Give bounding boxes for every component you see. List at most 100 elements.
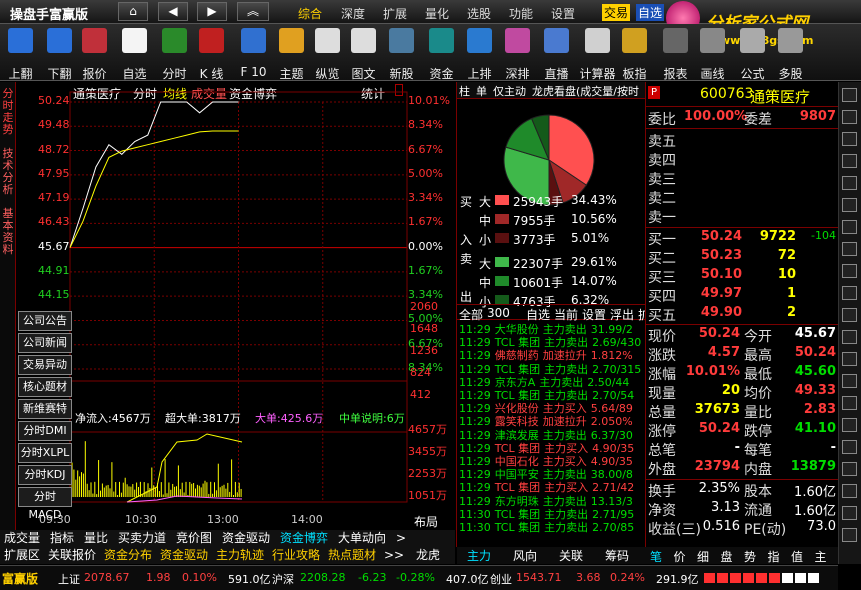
indicator-button[interactable]: 分时MACD bbox=[18, 487, 72, 521]
sidebar-tool-icon[interactable] bbox=[842, 330, 857, 344]
intraday-chart[interactable]: 通策医疗 分时 均线 成交量 资金博弈 统计 50.24 49.48 48.72 47… bbox=[17, 82, 455, 532]
tab-fenshi[interactable]: 分时走势 bbox=[0, 88, 16, 144]
tool-6[interactable]: F 10 bbox=[235, 26, 272, 80]
tab-bottom-2[interactable]: 量比 bbox=[84, 530, 108, 546]
tool-13[interactable]: 深排 bbox=[499, 26, 536, 81]
sidebar-tool-icon[interactable] bbox=[842, 220, 857, 234]
mid-bottom-tab-0[interactable]: 主力 bbox=[467, 547, 491, 564]
side-button[interactable]: 公司新闻 bbox=[18, 333, 72, 353]
tool-17[interactable]: 报表 bbox=[657, 26, 694, 81]
auto-button[interactable]: 自选 bbox=[636, 4, 665, 21]
sidebar-tool-icon[interactable] bbox=[842, 418, 857, 432]
tick-row[interactable]: 11:29 TCL 集团 主力卖出 2.69/430 bbox=[459, 336, 645, 349]
tick-row[interactable]: 11:29 中国石化 主力买入 4.90/35 bbox=[459, 455, 645, 468]
side-button[interactable]: 新维赛特 bbox=[18, 399, 72, 419]
mid-tab-3[interactable]: 龙虎看盘(成交量/按时 bbox=[532, 83, 639, 99]
filter-5[interactable]: 浮出 bbox=[610, 306, 634, 323]
mid-bottom-tab-3[interactable]: 筹码 bbox=[605, 547, 629, 564]
tool-15[interactable]: 计算器 bbox=[579, 26, 616, 81]
forward-button[interactable]: ▶ bbox=[197, 2, 227, 21]
tool-12[interactable]: 上排 bbox=[461, 26, 498, 81]
tab-ext-7[interactable]: >> bbox=[384, 547, 404, 563]
tool-2[interactable]: 报价 bbox=[76, 26, 113, 81]
tab-ext-0[interactable]: 扩展区 bbox=[4, 547, 40, 563]
tab-ext-1[interactable]: 关联报价 bbox=[48, 547, 96, 563]
tick-row[interactable]: 11:29 津滨发展 主力卖出 6.37/30 bbox=[459, 429, 645, 442]
sidebar-tool-icon[interactable] bbox=[842, 132, 857, 146]
quote-tab-0[interactable]: 笔 bbox=[650, 548, 662, 565]
menu-gongneng[interactable]: 功能 bbox=[509, 5, 533, 22]
tick-row[interactable]: 11:29 TCL 集团 主力买入 4.90/35 bbox=[459, 442, 645, 455]
tab-bottom-0[interactable]: 成交量 bbox=[4, 530, 40, 546]
tab-jishu[interactable]: 技术分析 bbox=[0, 148, 16, 204]
sidebar-tool-icon[interactable] bbox=[842, 308, 857, 322]
home-button[interactable]: ⌂ bbox=[118, 2, 148, 21]
tab-ext-3[interactable]: 资金驱动 bbox=[160, 547, 208, 563]
sidebar-tool-icon[interactable] bbox=[842, 462, 857, 476]
tick-row[interactable]: 11:29 佛慈制药 加速拉升 1.812% bbox=[459, 349, 645, 362]
tab-jiben[interactable]: 基本资料 bbox=[0, 208, 16, 264]
side-button[interactable]: 交易异动 bbox=[18, 355, 72, 375]
sell-level[interactable]: 卖三 bbox=[646, 169, 839, 188]
buy-level[interactable]: 买一 50.24 9722 -104 bbox=[646, 229, 839, 248]
quote-tab-5[interactable]: 指 bbox=[768, 548, 780, 565]
menu-shendu[interactable]: 深度 bbox=[341, 5, 365, 22]
sidebar-tool-icon[interactable] bbox=[842, 528, 857, 542]
tool-1[interactable]: 下翻 bbox=[41, 26, 78, 81]
buy-level[interactable]: 买二 50.23 72 bbox=[646, 248, 839, 267]
tool-20[interactable]: 多股 bbox=[772, 26, 809, 81]
sell-level[interactable]: 卖四 bbox=[646, 150, 839, 169]
tool-8[interactable]: 纵览 bbox=[309, 26, 346, 81]
sidebar-tool-icon[interactable] bbox=[842, 396, 857, 410]
sidebar-tool-icon[interactable] bbox=[842, 88, 857, 102]
tick-row[interactable]: 11:29 TCL 集团 主力买入 2.71/42 bbox=[459, 481, 645, 494]
mid-bottom-tab-1[interactable]: 风向 bbox=[513, 547, 537, 564]
tick-row[interactable]: 11:30 TCL 集团 主力卖出 2.70/85 bbox=[459, 521, 645, 534]
tick-row[interactable]: 11:30 TCL 集团 主力卖出 2.71/95 bbox=[459, 508, 645, 521]
tool-4[interactable]: 分时 bbox=[156, 26, 193, 81]
tab-ext-5[interactable]: 行业攻略 bbox=[272, 547, 320, 563]
sell-level[interactable]: 卖二 bbox=[646, 188, 839, 207]
sidebar-tool-icon[interactable] bbox=[842, 352, 857, 366]
tool-14[interactable]: 直播 bbox=[538, 26, 575, 81]
mid-bottom-tab-2[interactable]: 关联 bbox=[559, 547, 583, 564]
tool-19[interactable]: 公式 bbox=[734, 26, 771, 81]
sidebar-tool-icon[interactable] bbox=[842, 286, 857, 300]
collapse-button[interactable]: ︽ bbox=[237, 2, 269, 21]
buy-level[interactable]: 买五 49.90 2 bbox=[646, 305, 839, 324]
side-button[interactable]: 核心题材 bbox=[18, 377, 72, 397]
mid-tab-0[interactable]: 柱 bbox=[459, 83, 470, 99]
tick-row[interactable]: 11:29 TCL 集团 主力卖出 2.70/315 bbox=[459, 363, 645, 376]
tab-bottom-5[interactable]: 资金驱动 bbox=[222, 530, 270, 546]
sidebar-tool-icon[interactable] bbox=[842, 484, 857, 498]
tick-row[interactable]: 11:29 兴化股份 主力买入 5.64/89 bbox=[459, 402, 645, 415]
filter-1[interactable]: 300 bbox=[487, 306, 510, 320]
mid-tab-2[interactable]: 仅主动 bbox=[493, 83, 526, 99]
tab-ext-2[interactable]: 资金分布 bbox=[104, 547, 152, 563]
sidebar-tool-icon[interactable] bbox=[842, 154, 857, 168]
quote-tab-6[interactable]: 值 bbox=[791, 548, 803, 565]
mid-tab-1[interactable]: 单 bbox=[476, 83, 487, 99]
tab-ext-4[interactable]: 主力轨迹 bbox=[216, 547, 264, 563]
tool-5[interactable]: K 线 bbox=[193, 26, 230, 81]
indicator-button[interactable]: 分时KDJ bbox=[18, 465, 72, 485]
tick-row[interactable]: 11:29 东方明珠 主力卖出 13.13/3 bbox=[459, 495, 645, 508]
trade-button[interactable]: 交易 bbox=[602, 4, 631, 21]
filter-3[interactable]: 当前 bbox=[554, 306, 578, 323]
tool-11[interactable]: 资金 bbox=[423, 26, 460, 81]
tool-9[interactable]: 图文 bbox=[345, 26, 382, 81]
tab-bottom-8[interactable]: > bbox=[396, 530, 406, 546]
tick-row[interactable]: 11:29 中国平安 主力卖出 38.00/8 bbox=[459, 468, 645, 481]
back-button[interactable]: ◀ bbox=[158, 2, 188, 21]
filter-0[interactable]: 全部 bbox=[459, 306, 483, 323]
tick-row[interactable]: 11:29 露笑科技 加速拉升 2.050% bbox=[459, 415, 645, 428]
tab-bottom-4[interactable]: 竞价图 bbox=[176, 530, 212, 546]
tick-row[interactable]: 11:29 大华股份 主力卖出 31.99/2 bbox=[459, 323, 645, 336]
indicator-button[interactable]: 分时DMI bbox=[18, 421, 72, 441]
quote-tab-3[interactable]: 盘 bbox=[721, 548, 733, 565]
filter-4[interactable]: 设置 bbox=[582, 306, 606, 323]
sidebar-tool-icon[interactable] bbox=[842, 440, 857, 454]
sell-level[interactable]: 卖五 bbox=[646, 131, 839, 150]
menu-zonghe[interactable]: 综合 bbox=[298, 5, 322, 22]
tick-row[interactable]: 11:29 TCL 集团 主力卖出 2.70/54 bbox=[459, 389, 645, 402]
